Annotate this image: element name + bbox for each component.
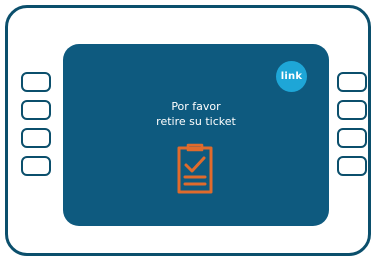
brand-logo-text: link [280,71,303,82]
left-side-key-1[interactable] [21,72,51,92]
right-side-key-1[interactable] [337,72,367,92]
left-side-keys [21,72,51,176]
right-side-key-3[interactable] [337,128,367,148]
right-side-key-4[interactable] [337,156,367,176]
atm-screen: link Por favor retire su ticket [63,44,329,226]
right-side-key-2[interactable] [337,100,367,120]
message-line-2: retire su ticket [156,115,236,128]
right-side-keys [337,72,367,176]
left-side-key-3[interactable] [21,128,51,148]
link-logo-badge: link [276,61,307,92]
screen-message: Por favor retire su ticket [63,99,329,129]
message-line-1: Por favor [171,100,221,113]
left-side-key-2[interactable] [21,100,51,120]
left-side-key-4[interactable] [21,156,51,176]
atm-illustration: link Por favor retire su ticket [0,0,380,264]
ticket-checklist-icon [177,143,213,194]
